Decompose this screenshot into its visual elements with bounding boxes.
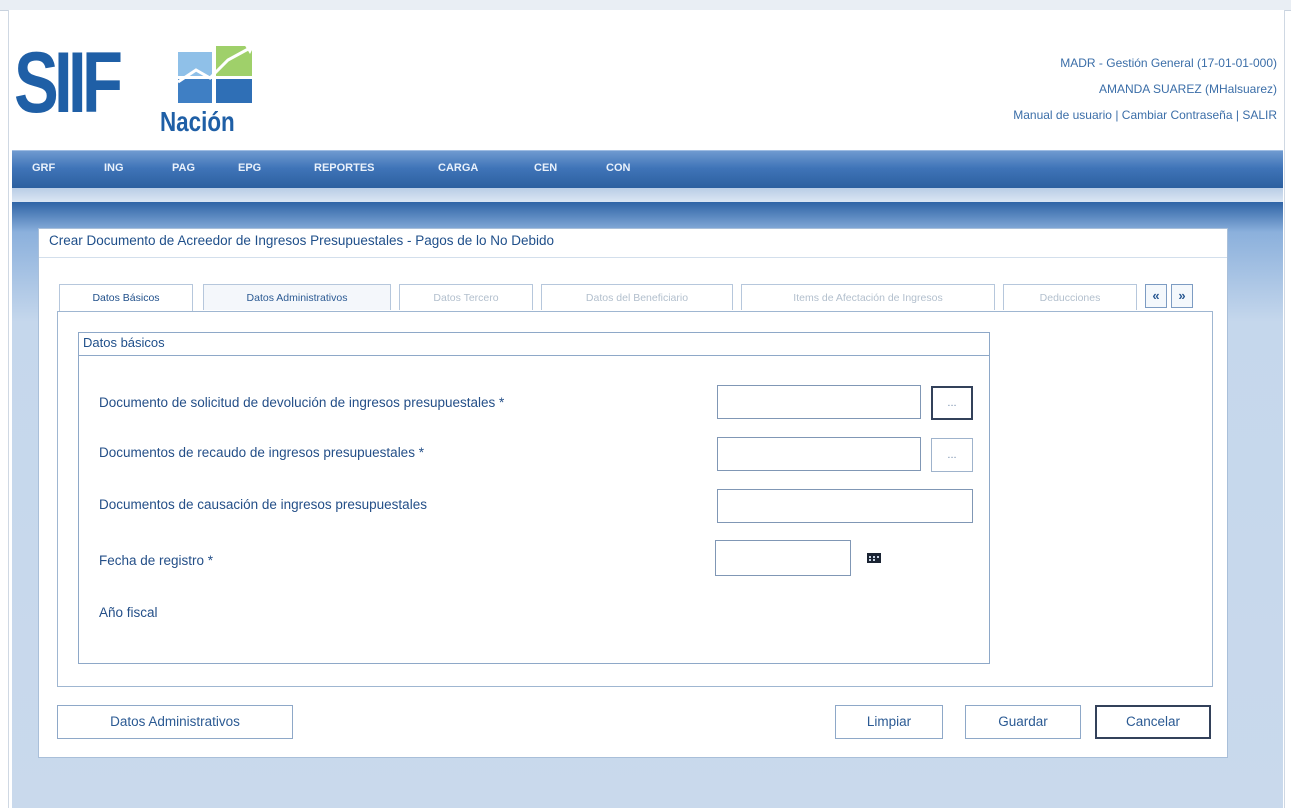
title-divider (39, 257, 1227, 258)
nav-item-ing[interactable]: ING (104, 162, 124, 174)
tab-items-afectacion: Items de Afectación de Ingresos (741, 284, 995, 310)
tab-content: Datos básicos Documento de solicitud de … (57, 311, 1213, 687)
causacion-input[interactable] (717, 489, 973, 523)
entity-label: MADR - Gestión General (17-01-01-000) (1060, 56, 1277, 70)
manual-link[interactable]: Manual de usuario (1013, 108, 1112, 122)
ano-fiscal-label: Año fiscal (99, 605, 158, 620)
link-separator: | (1235, 108, 1239, 122)
logout-link[interactable]: SALIR (1242, 108, 1277, 122)
tab-datos-tercero: Datos Tercero (399, 284, 533, 310)
nav-item-cen[interactable]: CEN (534, 162, 557, 174)
datos-basicos-fieldset: Datos básicos Documento de solicitud de … (78, 332, 990, 664)
guardar-button[interactable]: Guardar (965, 705, 1081, 739)
limpiar-button[interactable]: Limpiar (835, 705, 943, 739)
nav-shadow (12, 188, 1283, 202)
siif-logo: SIIF Nación (14, 35, 256, 150)
nav-item-epg[interactable]: EPG (238, 162, 261, 174)
solicitud-devolucion-browse-button[interactable]: ... (931, 386, 973, 420)
main-nav: GRF ING PAG EPG REPORTES CARGA CEN CON (12, 150, 1283, 189)
cancelar-button[interactable]: Cancelar (1095, 705, 1211, 739)
tab-prev-button[interactable]: « (1145, 284, 1167, 308)
logo-text: SIIF (14, 35, 123, 131)
logo-subtext: Nación (160, 106, 235, 137)
tab-deducciones: Deducciones (1003, 284, 1137, 310)
logo-chart-icon (174, 42, 256, 106)
fecha-registro-label: Fecha de registro * (99, 553, 214, 568)
datos-administrativos-button[interactable]: Datos Administrativos (57, 705, 293, 739)
tab-datos-beneficiario: Datos del Beneficiario (541, 284, 733, 310)
fieldset-legend: Datos básicos (83, 335, 165, 350)
recaudo-input[interactable] (717, 437, 921, 471)
nav-item-carga[interactable]: CARGA (438, 162, 478, 174)
header-links: Manual de usuario | Cambiar Contraseña |… (1013, 102, 1277, 128)
page-title: Crear Documento de Acreedor de Ingresos … (49, 233, 555, 248)
nav-item-con[interactable]: CON (606, 162, 630, 174)
recaudo-label: Documentos de recaudo de ingresos presup… (99, 445, 424, 460)
nav-item-pag[interactable]: PAG (172, 162, 195, 174)
nav-item-grf[interactable]: GRF (32, 162, 55, 174)
change-password-link[interactable]: Cambiar Contraseña (1122, 108, 1233, 122)
user-name: AMANDA SUAREZ (MHalsuarez) (1098, 82, 1277, 96)
calendar-icon[interactable] (867, 553, 881, 563)
nav-item-reportes[interactable]: REPORTES (314, 162, 375, 174)
causacion-label: Documentos de causación de ingresos pres… (99, 497, 427, 512)
tab-datos-basicos[interactable]: Datos Básicos (59, 284, 193, 312)
solicitud-devolucion-input[interactable] (717, 385, 921, 419)
tab-next-button[interactable]: » (1171, 284, 1193, 308)
recaudo-browse-button[interactable]: ... (931, 438, 973, 472)
solicitud-devolucion-label: Documento de solicitud de devolución de … (99, 395, 505, 410)
document-panel: Crear Documento de Acreedor de Ingresos … (38, 228, 1228, 758)
legend-divider (79, 355, 989, 356)
tab-datos-administrativos[interactable]: Datos Administrativos (203, 284, 391, 310)
link-separator: | (1115, 108, 1119, 122)
fecha-registro-input[interactable] (715, 540, 851, 576)
user-info-panel: MADR - Gestión General (17-01-01-000) AM… (1013, 50, 1277, 128)
